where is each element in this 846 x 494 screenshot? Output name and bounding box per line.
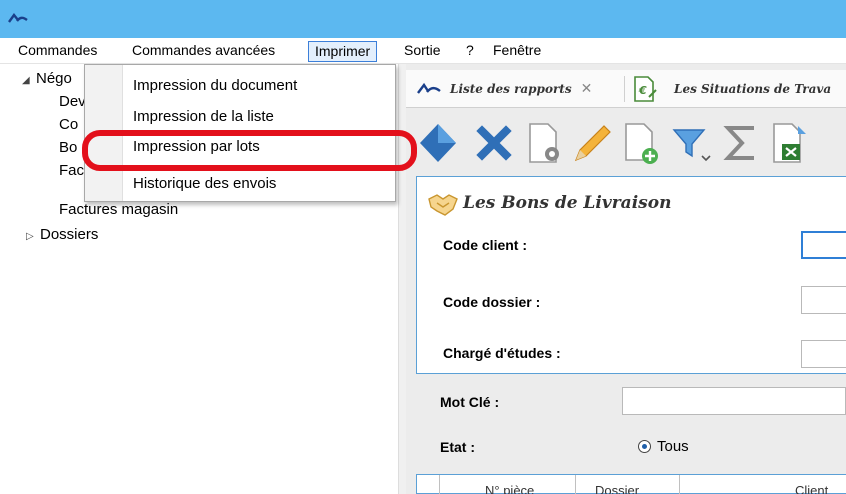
grid-divider (575, 475, 576, 494)
expanded-arrow-icon[interactable]: ◢ (22, 75, 36, 86)
tree-item-dossiers[interactable]: ▷ Dossiers (26, 226, 98, 243)
document-area: Liste des rapports ✕ € Les Situations de… (406, 64, 846, 494)
tab-situations-de-travaux[interactable]: € Les Situations de Trava (632, 70, 831, 108)
handshake-icon (428, 194, 458, 216)
menu-imprimer[interactable]: Imprimer (308, 41, 378, 62)
pencil-icon[interactable] (568, 120, 612, 166)
pane-splitter[interactable] (398, 64, 406, 494)
menu-bar: Commandes Commandes avancées Imprimer So… (0, 38, 846, 64)
document-settings-icon[interactable] (522, 120, 566, 166)
delete-icon[interactable] (472, 120, 516, 166)
close-icon[interactable]: ✕ (581, 81, 593, 97)
menu-sortie[interactable]: Sortie (398, 41, 447, 62)
title-bar (0, 0, 846, 38)
tree-item-bo[interactable]: Bo (59, 139, 77, 156)
panel-title: Les Bons de Livraison (463, 193, 672, 213)
svg-text:€: € (638, 84, 647, 97)
code-dossier-input[interactable] (801, 286, 846, 314)
tree-item-nego[interactable]: ◢ Négo (22, 70, 72, 87)
column-header-numero[interactable]: N° pièce (485, 483, 534, 494)
menu-commandes-avancees[interactable]: Commandes avancées (126, 41, 281, 62)
collapsed-arrow-icon[interactable]: ▷ (26, 231, 40, 242)
app-logo-icon (8, 13, 28, 23)
tree-item-fac[interactable]: Fac (59, 162, 84, 179)
mot-cle-input[interactable] (622, 387, 846, 415)
invoice-euro-icon: € (634, 76, 657, 102)
menu-fenetre[interactable]: Fenêtre (487, 41, 547, 62)
grid-divider (439, 475, 440, 494)
diamond-icon[interactable] (416, 120, 460, 166)
grid-divider (679, 475, 680, 494)
add-document-icon[interactable] (620, 120, 664, 166)
filter-icon[interactable] (668, 120, 712, 166)
tree-item-dev[interactable]: Dev (59, 93, 86, 110)
charge-etudes-label: Chargé d'études : (443, 345, 561, 361)
sum-icon[interactable] (720, 120, 764, 166)
code-dossier-label: Code dossier : (443, 294, 541, 310)
menu-help[interactable]: ? (460, 41, 480, 62)
mot-cle-label: Mot Clé : (440, 394, 500, 410)
code-client-input[interactable] (801, 231, 846, 259)
menu-item-impression-document[interactable]: Impression du document (133, 77, 297, 94)
results-grid: N° pièce Dossier Client (416, 474, 846, 494)
etat-tous-radio[interactable] (638, 440, 651, 453)
tree-item-factures-magasin[interactable]: Factures magasin (59, 201, 178, 218)
etat-label: Etat : (440, 439, 475, 455)
tab-bar: Liste des rapports ✕ € Les Situations de… (406, 70, 846, 108)
tree-item-co[interactable]: Co (59, 116, 78, 133)
tab-divider (624, 76, 625, 102)
report-list-icon (417, 82, 441, 94)
etat-tous-label[interactable]: Tous (657, 438, 689, 455)
menu-item-historique-envois[interactable]: Historique des envois (133, 175, 276, 192)
highlight-annotation (82, 130, 417, 171)
code-client-label: Code client : (443, 237, 528, 253)
column-header-client[interactable]: Client (795, 483, 828, 494)
charge-etudes-input[interactable] (801, 340, 846, 368)
menu-commandes[interactable]: Commandes (12, 41, 103, 62)
search-panel: Les Bons de Livraison Code client : Code… (416, 176, 846, 374)
tab-liste-des-rapports[interactable]: Liste des rapports ✕ (416, 70, 592, 108)
excel-export-icon[interactable] (768, 120, 812, 166)
menu-item-impression-liste[interactable]: Impression de la liste (133, 108, 274, 125)
column-header-dossier[interactable]: Dossier (595, 483, 639, 494)
toolbar (406, 116, 846, 172)
